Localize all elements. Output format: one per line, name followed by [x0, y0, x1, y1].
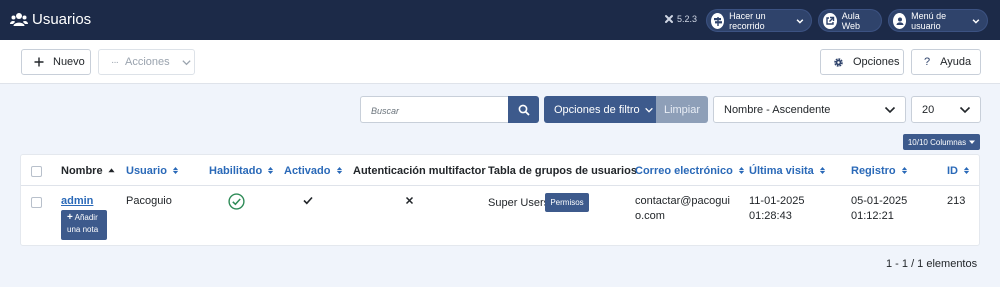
- sort-icon: [738, 167, 744, 174]
- filter-options-button[interactable]: Opciones de filtro: [544, 96, 656, 123]
- clear-button[interactable]: Limpiar: [656, 96, 708, 123]
- sort-asc-icon: [108, 168, 115, 173]
- options-label: Opciones: [853, 56, 900, 68]
- new-label: Nuevo: [53, 56, 85, 68]
- check-circle-icon[interactable]: [228, 193, 245, 210]
- column-header-id[interactable]: ID: [947, 165, 970, 177]
- actions-dropdown[interactable]: ··· Acciones: [98, 49, 195, 75]
- user-email: contactar@pacogui o.com: [635, 194, 731, 224]
- column-label: ID: [947, 165, 958, 177]
- sort-icon: [172, 167, 179, 174]
- search-input[interactable]: Buscar: [360, 96, 508, 123]
- tour-button[interactable]: Hacer un recorrido: [706, 9, 812, 32]
- header-divider: [21, 185, 979, 186]
- column-header-mfa: Autenticación multifactor: [353, 165, 486, 177]
- chevron-down-icon: [959, 106, 971, 114]
- aula-web-link[interactable]: Aula Web: [818, 9, 882, 32]
- sort-icon: [901, 167, 907, 174]
- user-username: Pacoguio: [126, 195, 172, 207]
- external-link-icon: [823, 12, 837, 29]
- add-note-line-2: una nota: [67, 225, 99, 234]
- column-header-registered[interactable]: Registro: [851, 165, 908, 177]
- add-note-button[interactable]: + Añadir una nota: [61, 210, 107, 240]
- add-note-line-1: Añadir: [74, 213, 98, 222]
- version-number: 5.2.3: [677, 14, 698, 24]
- actions-label: Acciones: [125, 56, 170, 68]
- search-icon: [518, 104, 530, 116]
- version-info: 5.2.3: [664, 14, 697, 24]
- chevron-down-icon: [884, 106, 896, 114]
- email-line-1: contactar@pacogui: [635, 195, 730, 207]
- user-name-link[interactable]: admin: [61, 194, 93, 209]
- caret-down-icon: [969, 140, 976, 144]
- joomla-icon: [665, 15, 673, 23]
- limit-value: 20: [922, 103, 935, 116]
- options-button[interactable]: Opciones: [820, 49, 904, 75]
- column-label: Habilitado: [209, 165, 263, 177]
- users-table: Nombre Usuario Habilitado Activado Auten…: [20, 154, 980, 246]
- search-button[interactable]: [508, 96, 539, 123]
- ellipsis-icon: ···: [111, 56, 119, 68]
- sort-icon: [336, 167, 342, 174]
- users-icon: [10, 13, 28, 26]
- select-all-checkbox[interactable]: [31, 166, 42, 177]
- limit-select[interactable]: 20: [911, 96, 981, 123]
- sort-value: Nombre - Ascendente: [724, 103, 831, 116]
- column-label: Usuario: [126, 165, 167, 177]
- column-header-enabled[interactable]: Habilitado: [209, 165, 274, 177]
- user-menu-label: Menú de usuario: [911, 10, 947, 31]
- check-icon: [303, 196, 313, 205]
- new-button[interactable]: Nuevo: [21, 49, 91, 75]
- column-label: Nombre: [61, 165, 103, 177]
- sort-icon: [963, 167, 970, 174]
- plus-icon: [34, 57, 44, 67]
- sort-select[interactable]: Nombre - Ascendente: [713, 96, 906, 123]
- pagination-summary: 1 - 1 / 1 elementos: [886, 258, 978, 270]
- columns-label: 10/10 Columnas: [907, 137, 967, 147]
- column-label: Registro: [851, 165, 896, 177]
- filter-options-label: Opciones de filtro: [554, 103, 640, 116]
- plus-icon: +: [67, 212, 73, 223]
- toolbar: Nuevo ··· Acciones Opciones ? Ayuda: [0, 40, 1000, 84]
- help-button[interactable]: ? Ayuda: [911, 49, 981, 75]
- permissions-button[interactable]: Permisos: [545, 193, 589, 212]
- user-registered: 05-01-2025 01:12:21: [851, 194, 907, 224]
- columns-toggle-button[interactable]: 10/10 Columnas: [903, 134, 980, 150]
- signpost-icon: [711, 12, 725, 29]
- user-groups: Super Users: [488, 197, 550, 209]
- email-line-2: o.com: [635, 210, 665, 222]
- column-header-name[interactable]: Nombre: [61, 165, 115, 177]
- column-header-email[interactable]: Correo electrónico: [635, 165, 745, 177]
- column-header-groups: Tabla de grupos de usuarios: [488, 165, 637, 177]
- column-label: Última visita: [749, 165, 814, 177]
- column-label: Activado: [284, 165, 331, 177]
- aula-web-label: Aula Web: [841, 10, 861, 31]
- registered-time: 01:12:21: [851, 210, 894, 222]
- column-label: Correo electrónico: [635, 165, 733, 177]
- help-label: Ayuda: [940, 56, 972, 68]
- gear-icon: [834, 57, 843, 67]
- header-bar: Usuarios 5.2.3 Hacer un recorrido Aula W…: [0, 0, 1000, 40]
- last-visit-time: 01:28:43: [749, 210, 792, 222]
- column-header-activated[interactable]: Activado: [284, 165, 343, 177]
- chevron-down-icon: [182, 59, 191, 65]
- chevron-down-icon: [644, 107, 653, 113]
- tour-label: Hacer un recorrido: [729, 10, 766, 31]
- user-id: 213: [947, 195, 966, 207]
- chevron-down-icon: [796, 18, 804, 24]
- sort-icon: [268, 167, 274, 174]
- user-icon: [893, 12, 907, 29]
- user-menu-button[interactable]: Menú de usuario: [888, 9, 988, 32]
- user-last-visit: 11-01-2025 01:28:43: [749, 194, 804, 224]
- chevron-down-icon: [972, 18, 980, 24]
- sort-icon: [819, 167, 825, 174]
- row-checkbox[interactable]: [31, 197, 42, 208]
- cross-icon: [405, 196, 414, 205]
- page-title: Usuarios: [32, 11, 92, 28]
- column-header-last-visit[interactable]: Última visita: [749, 165, 826, 177]
- question-icon: ?: [924, 56, 931, 68]
- registered-date: 05-01-2025: [851, 195, 908, 207]
- column-header-username[interactable]: Usuario: [126, 165, 179, 177]
- last-visit-date: 11-01-2025: [749, 195, 805, 207]
